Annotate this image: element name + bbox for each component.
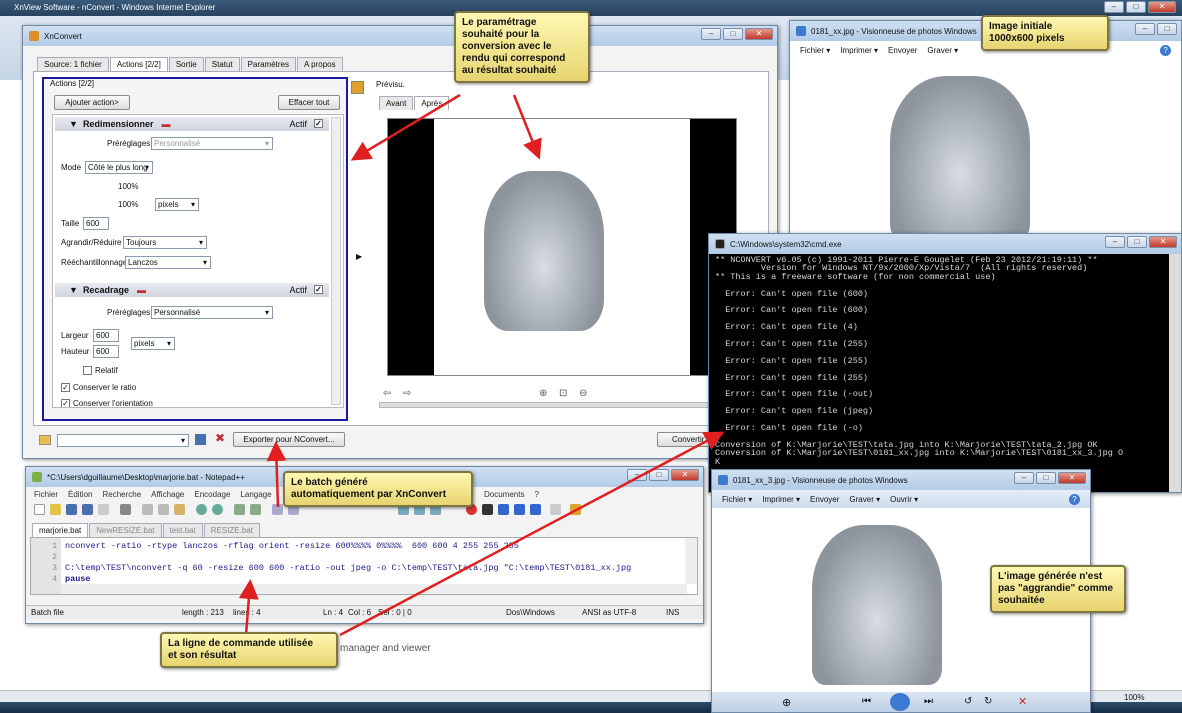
arrow-to-preview xyxy=(512,94,542,160)
arrow-to-command-line xyxy=(238,579,259,636)
note-original-image: Image initiale 1000x600 pixels xyxy=(981,15,1109,51)
arrow-to-actions xyxy=(350,93,461,161)
arrow-to-cmd-output xyxy=(339,431,725,637)
note-generated-batch: Le batch généré automatiquement par XnCo… xyxy=(283,471,473,507)
arrow-to-export-button xyxy=(266,441,287,508)
note-command-line: La ligne de commande utilisée et son rés… xyxy=(160,632,338,668)
note-desired-settings: Le paramétrage souhaité pour la conversi… xyxy=(454,11,590,83)
note-generated-image: L'image générée n'est pas "aggrandie" co… xyxy=(990,565,1126,613)
